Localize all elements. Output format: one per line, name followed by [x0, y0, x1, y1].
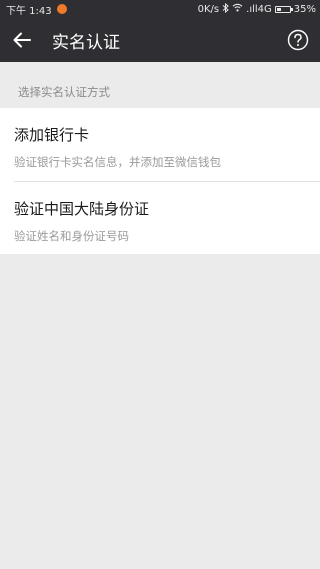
option-subtitle: 验证银行卡实名信息，并添加至微信钱包: [14, 155, 221, 169]
status-bar: 下午 1:43 0K/s .ıll4G 35%: [0, 0, 320, 18]
help-button[interactable]: [276, 18, 320, 62]
section-header: 选择实名认证方式: [0, 62, 320, 108]
option-title: 验证中国大陆身份证: [14, 200, 150, 218]
back-arrow-icon: [13, 32, 31, 48]
page-title: 实名认证: [52, 32, 120, 53]
options-list: 添加银行卡 验证银行卡实名信息，并添加至微信钱包 验证中国大陆身份证 验证姓名和…: [0, 108, 320, 254]
status-bar-left: 下午 1:43: [6, 2, 67, 17]
option-add-bank-card[interactable]: 添加银行卡 验证银行卡实名信息，并添加至微信钱包: [0, 108, 320, 181]
help-circle-icon: [287, 29, 309, 51]
app-bar: 实名认证: [0, 18, 320, 62]
notification-icon: [56, 4, 67, 14]
battery-icon: [274, 5, 293, 13]
battery-fill: [276, 7, 281, 11]
option-title: 添加银行卡: [14, 126, 90, 144]
network-speed: 0K/s: [197, 3, 220, 15]
signal-network-label: .ıll4G: [246, 3, 272, 15]
status-bar-right: 0K/s .ıll4G 35%: [197, 2, 316, 16]
status-time: 下午 1:43: [6, 5, 52, 17]
back-button[interactable]: [0, 18, 44, 62]
wifi-icon: [232, 3, 243, 15]
battery-percent: 35%: [293, 3, 316, 15]
option-verify-id-card[interactable]: 验证中国大陆身份证 验证姓名和身份证号码: [0, 182, 320, 254]
bluetooth-icon: [222, 2, 229, 16]
option-subtitle: 验证姓名和身份证号码: [14, 229, 129, 243]
